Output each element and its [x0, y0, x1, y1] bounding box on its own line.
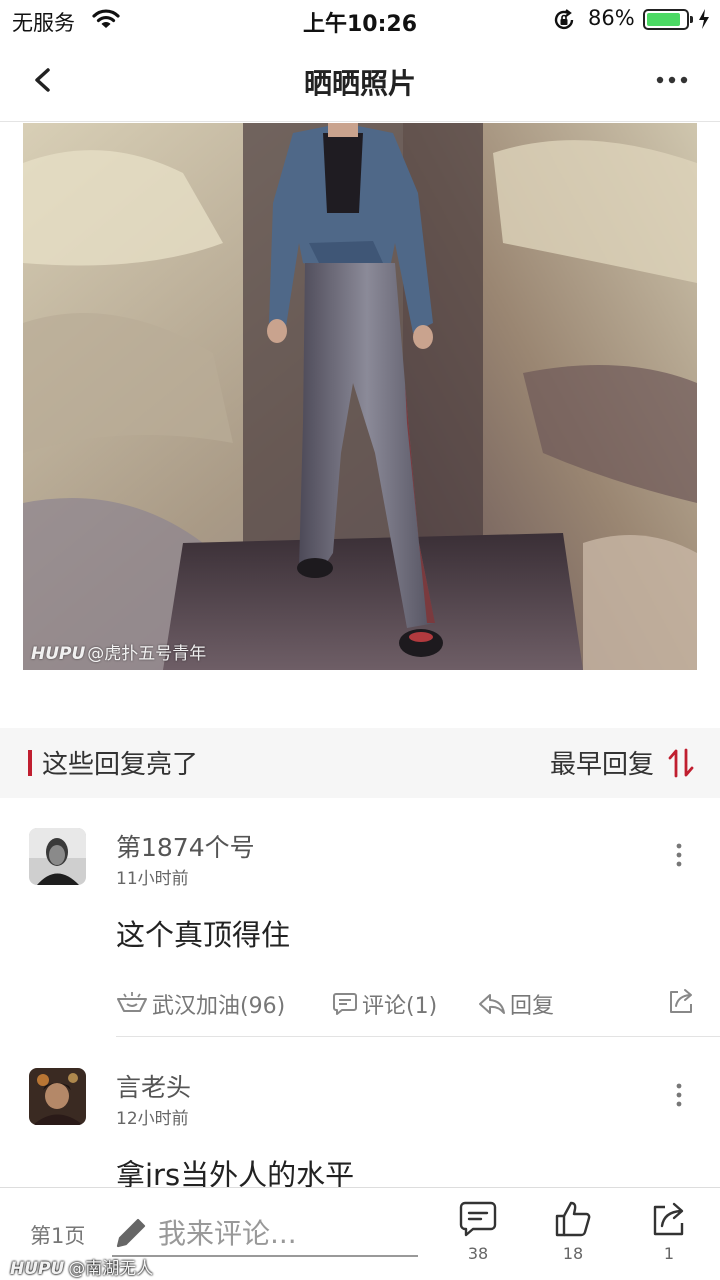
sort-toggle-icon[interactable] [668, 748, 694, 778]
photo-watermark: HUPU @虎扑五号青年 [31, 644, 207, 664]
battery-fill [647, 13, 680, 26]
reply-more-icon[interactable] [664, 840, 694, 870]
section-accent-bar [28, 750, 32, 776]
share-post-button[interactable]: 1 [639, 1200, 699, 1263]
share-reply-button[interactable] [666, 986, 696, 1020]
reply-arrow-icon [479, 994, 505, 1014]
light-icon [117, 992, 147, 1012]
more-options-icon[interactable] [650, 62, 694, 98]
comment-input-underline [112, 1255, 418, 1257]
reply-time: 11小时前 [116, 869, 189, 889]
page-indicator[interactable]: 第1页 [30, 1220, 85, 1250]
avatar[interactable] [29, 1068, 86, 1125]
reply-content: 这个真顶得住 [116, 918, 291, 952]
light-button[interactable]: 武汉加油(96) [116, 986, 285, 1022]
comment-input[interactable]: 我来评论... [158, 1212, 297, 1252]
sort-order-button[interactable]: 最早回复 [550, 744, 654, 781]
reply-time: 12小时前 [116, 1109, 189, 1129]
status-bar: 无服务 上午10:26 86% [0, 0, 720, 40]
like-count: 18 [562, 1244, 584, 1263]
comment-button[interactable]: 评论(1) [332, 986, 437, 1022]
reply-button[interactable]: 回复 [478, 986, 554, 1022]
share-count: 1 [663, 1244, 675, 1263]
battery-icon [643, 9, 693, 30]
nav-bar: 晒晒照片 [0, 40, 720, 122]
share-icon [670, 989, 692, 1013]
like-button[interactable]: 18 [543, 1200, 603, 1263]
post-photo[interactable]: HUPU @虎扑五号青年 [23, 123, 697, 670]
comments-button[interactable]: 38 [448, 1200, 508, 1263]
reply-more-icon[interactable] [664, 1080, 694, 1110]
reply-divider [116, 1036, 720, 1037]
reply-actions: 武汉加油(96) 评论(1) 回复 [116, 986, 696, 1026]
comment-count: 38 [467, 1244, 489, 1263]
share-icon [653, 1202, 684, 1236]
charging-icon [697, 8, 711, 34]
avatar[interactable] [29, 828, 86, 885]
reply-username[interactable]: 第1874个号 [116, 828, 255, 864]
reply-username[interactable]: 言老头 [116, 1068, 191, 1104]
highlighted-replies-header: 这些回复亮了 最早回复 [0, 728, 720, 798]
pencil-icon [112, 1216, 148, 1256]
section-title: 这些回复亮了 [42, 750, 199, 780]
comment-icon [333, 993, 357, 1015]
page-title: 晒晒照片 [303, 67, 416, 100]
screenshot-watermark: HUPU @南湖无人 [10, 1259, 154, 1279]
rotation-lock-icon [552, 8, 576, 36]
thumbs-up-icon [555, 1201, 591, 1237]
comments-icon [459, 1201, 497, 1237]
battery-percent: 86% [588, 6, 635, 30]
